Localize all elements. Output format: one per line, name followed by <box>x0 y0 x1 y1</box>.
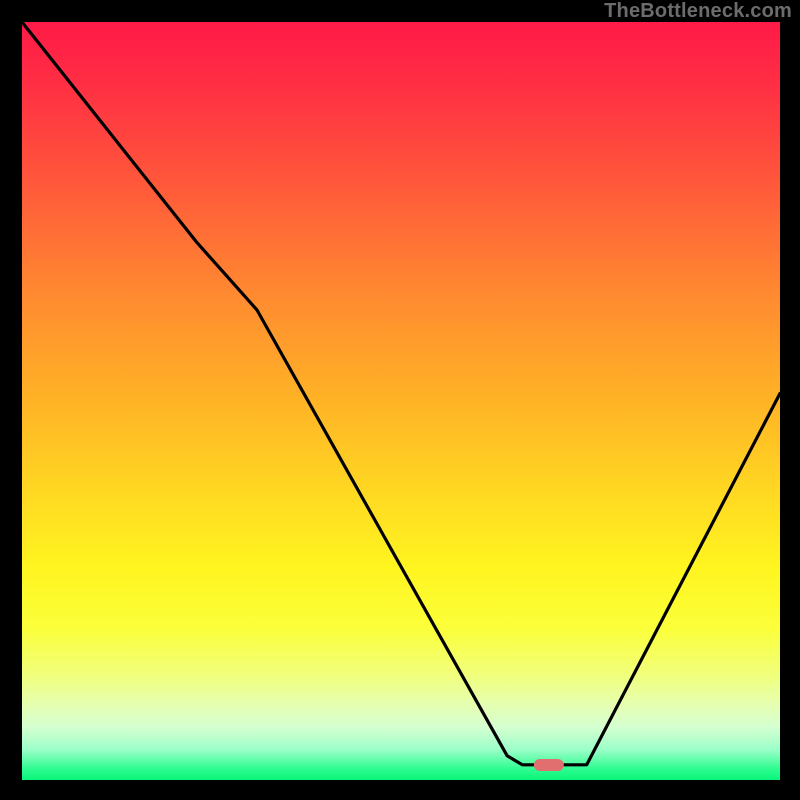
highlight-marker <box>534 759 564 771</box>
chart-frame: TheBottleneck.com <box>0 0 800 800</box>
bottleneck-curve <box>22 22 780 780</box>
watermark-label: TheBottleneck.com <box>604 0 792 23</box>
plot-area <box>22 22 780 780</box>
